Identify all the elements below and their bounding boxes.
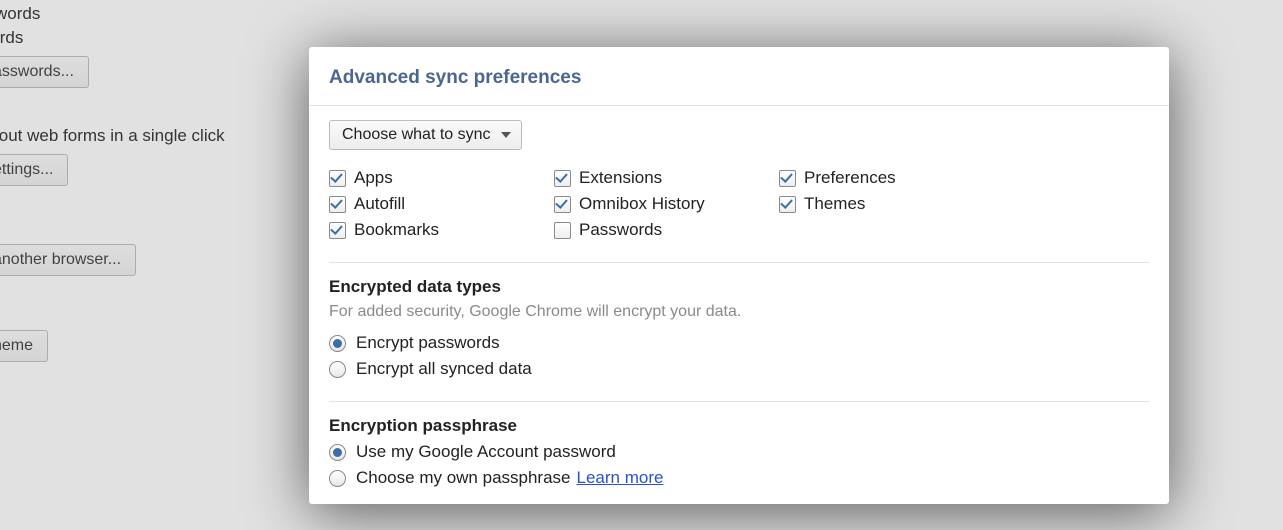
sync-items-grid: Apps Extensions Preferences Autofill Omnibox… xyxy=(329,168,1149,240)
bg-text: sswords xyxy=(0,4,1283,24)
radio-icon[interactable] xyxy=(329,361,346,378)
dialog-header: Advanced sync preferences xyxy=(309,47,1169,106)
import-browser-button[interactable]: another browser... xyxy=(0,244,136,276)
radio-label: Choose my own passphrase xyxy=(356,468,571,488)
passphrase-option[interactable]: Use my Google Account password xyxy=(329,442,1149,462)
checkbox-icon[interactable] xyxy=(779,170,796,187)
sync-item-preferences[interactable]: Preferences xyxy=(779,168,1004,188)
encrypted-data-section: Encrypted data types For added security,… xyxy=(329,263,1149,401)
select-label: Choose what to sync xyxy=(342,126,491,144)
passphrase-option[interactable]: Choose my own passphrase Learn more xyxy=(329,468,1149,488)
section-title: Encrypted data types xyxy=(329,277,1149,297)
section-subtitle: For added security, Google Chrome will e… xyxy=(329,303,1149,321)
advanced-sync-dialog: Advanced sync preferences Choose what to… xyxy=(309,47,1169,504)
sync-item-extensions[interactable]: Extensions xyxy=(554,168,779,188)
radio-label: Use my Google Account password xyxy=(356,442,616,462)
checkbox-icon[interactable] xyxy=(554,196,571,213)
sync-item-apps[interactable]: Apps xyxy=(329,168,554,188)
checkbox-icon[interactable] xyxy=(554,222,571,239)
section-title: Encryption passphrase xyxy=(329,416,1149,436)
sync-scope-select[interactable]: Choose what to sync xyxy=(329,120,522,150)
checkbox-label: Bookmarks xyxy=(354,220,439,240)
manage-passwords-button[interactable]: asswords... xyxy=(0,56,89,88)
sync-item-passwords[interactable]: Passwords xyxy=(554,220,779,240)
checkbox-label: Autofill xyxy=(354,194,405,214)
sync-item-themes[interactable]: Themes xyxy=(779,194,1004,214)
bg-text: words xyxy=(0,28,1283,48)
checkbox-label: Preferences xyxy=(804,168,896,188)
sync-item-omnibox-history[interactable]: Omnibox History xyxy=(554,194,779,214)
radio-icon[interactable] xyxy=(329,470,346,487)
encrypt-option[interactable]: Encrypt all synced data xyxy=(329,359,1149,379)
radio-label: Encrypt all synced data xyxy=(356,359,532,379)
learn-more-link[interactable]: Learn more xyxy=(577,468,664,488)
encryption-passphrase-section: Encryption passphrase Use my Google Acco… xyxy=(329,402,1149,500)
checkbox-icon[interactable] xyxy=(329,196,346,213)
checkbox-icon[interactable] xyxy=(329,222,346,239)
checkbox-label: Themes xyxy=(804,194,865,214)
checkbox-label: Extensions xyxy=(579,168,662,188)
checkbox-label: Omnibox History xyxy=(579,194,705,214)
theme-button[interactable]: heme xyxy=(0,330,48,362)
sync-item-autofill[interactable]: Autofill xyxy=(329,194,554,214)
checkbox-icon[interactable] xyxy=(779,196,796,213)
dialog-title: Advanced sync preferences xyxy=(329,67,1149,89)
checkbox-label: Passwords xyxy=(579,220,662,240)
checkbox-label: Apps xyxy=(354,168,393,188)
radio-icon[interactable] xyxy=(329,335,346,352)
autofill-settings-button[interactable]: ettings... xyxy=(0,154,68,186)
checkbox-icon[interactable] xyxy=(329,170,346,187)
chevron-down-icon xyxy=(501,132,511,138)
radio-icon[interactable] xyxy=(329,444,346,461)
encrypt-option[interactable]: Encrypt passwords xyxy=(329,333,1149,353)
radio-label: Encrypt passwords xyxy=(356,333,500,353)
sync-item-bookmarks[interactable]: Bookmarks xyxy=(329,220,554,240)
checkbox-icon[interactable] xyxy=(554,170,571,187)
